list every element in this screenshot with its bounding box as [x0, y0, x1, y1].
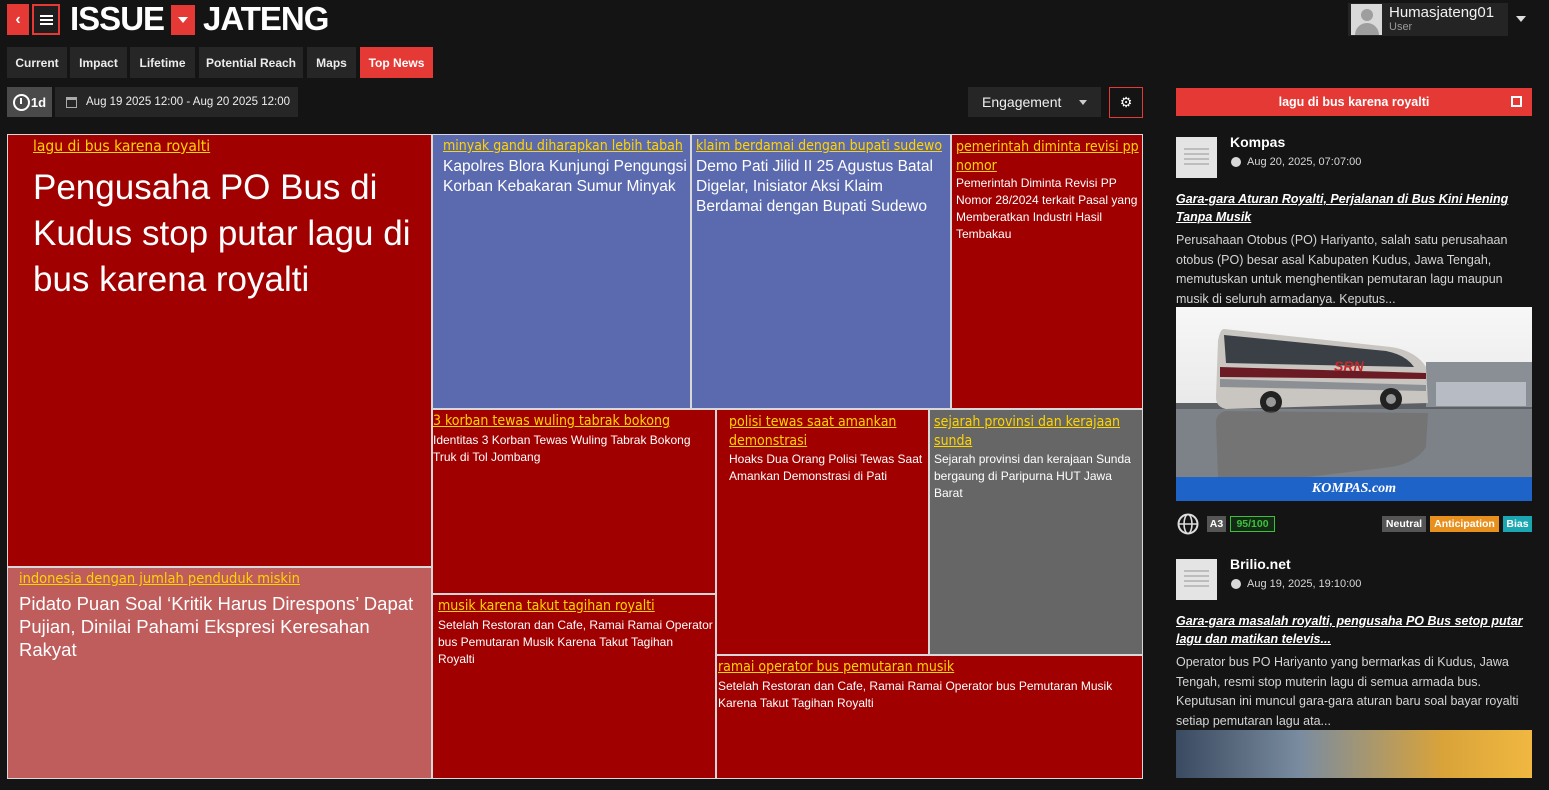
bias-badge: Bias — [1503, 516, 1532, 532]
bus-livery-text: SRN — [1334, 358, 1364, 374]
menu-button[interactable] — [32, 4, 60, 35]
caret-down-icon — [178, 17, 188, 23]
logo-jateng: JATENG — [203, 0, 329, 37]
tab-impact[interactable]: Impact — [70, 47, 127, 78]
user-name: Humasjateng01 — [1389, 4, 1495, 21]
tile-title: Kapolres Blora Kunjungi Pengungsi Korban… — [443, 158, 687, 195]
tile-title: Pengusaha PO Bus di Kudus stop putar lag… — [33, 168, 411, 299]
tile-topic-link[interactable]: ramai operator bus pemutaran musik — [718, 659, 954, 675]
treemap-tile[interactable]: ramai operator bus pemutaran musik Setel… — [716, 655, 1143, 779]
back-button[interactable]: ‹ — [7, 4, 29, 35]
source-thumbnail — [1176, 559, 1217, 600]
score-badge: 95/100 — [1230, 516, 1275, 532]
topic-panel-header[interactable]: lagu di bus karena royalti — [1176, 88, 1532, 116]
user-role: User — [1389, 21, 1413, 33]
settings-button[interactable]: ⚙ — [1109, 87, 1143, 118]
logo-issue: ISSUE — [70, 0, 165, 37]
treemap-tile[interactable]: klaim berdamai dengan bupati sudewo Demo… — [691, 134, 951, 409]
chevron-left-icon: ‹ — [15, 10, 21, 28]
date-range-label: Aug 19 2025 12:00 - Aug 20 2025 12:00 — [86, 96, 290, 108]
news-image[interactable] — [1176, 730, 1532, 778]
news-date: Aug 20, 2025, 07:07:00 — [1231, 156, 1361, 168]
treemap-tile[interactable]: polisi tewas saat amankan demonstrasi Ho… — [716, 409, 929, 655]
treemap: lagu di bus karena royalti Pengusaha PO … — [7, 134, 1143, 779]
treemap-tile[interactable]: pemerintah diminta revisi pp nomor Pemer… — [951, 134, 1143, 409]
metric-select-label: Engagement — [982, 94, 1062, 110]
top-bar: ‹ ISSUE JATENG Humasjateng01 User — [0, 0, 1549, 40]
emotion-badge: Anticipation — [1430, 516, 1499, 532]
tile-title: Setelah Restoran dan Cafe, Ramai Ramai O… — [718, 679, 1113, 710]
tab-top-news[interactable]: Top News — [360, 47, 433, 78]
news-headline-link[interactable]: Gara-gara masalah royalti, pengusaha PO … — [1176, 612, 1532, 648]
tile-topic-link[interactable]: polisi tewas saat amankan demonstrasi — [729, 413, 924, 451]
clock-icon — [12, 93, 30, 111]
source-thumbnail — [1176, 137, 1217, 178]
tab-potential-reach[interactable]: Potential Reach — [199, 47, 303, 78]
tile-title: Pidato Puan Soal ‘Kritik Harus Direspons… — [19, 593, 414, 660]
tile-topic-link[interactable]: lagu di bus karena royalti — [33, 137, 210, 155]
clock-icon — [1231, 157, 1241, 167]
treemap-tile[interactable]: 3 korban tewas wuling tabrak bokong Iden… — [432, 409, 716, 594]
expand-icon[interactable] — [1511, 96, 1522, 107]
treemap-tile[interactable]: sejarah provinsi dan kerajaan sunda Seja… — [929, 409, 1143, 655]
treemap-tile[interactable]: lagu di bus karena royalti Pengusaha PO … — [7, 134, 432, 567]
treemap-tile[interactable]: minyak gandu diharapkan lebih tabah Kapo… — [432, 134, 691, 409]
hamburger-icon — [39, 18, 53, 21]
sentiment-badge: Neutral — [1382, 516, 1426, 532]
user-dropdown-button[interactable] — [1510, 4, 1532, 34]
clock-icon — [1231, 579, 1241, 589]
logo-dropdown-button[interactable] — [171, 5, 195, 35]
news-source: Brilio.net — [1230, 556, 1291, 572]
tile-topic-link[interactable]: minyak gandu diharapkan lebih tabah — [443, 138, 683, 154]
period-button[interactable]: 1d — [7, 87, 52, 117]
tile-title: Pemerintah Diminta Revisi PP Nomor 28/20… — [956, 176, 1138, 241]
news-source: Kompas — [1230, 134, 1286, 150]
metric-select[interactable]: Engagement — [968, 87, 1101, 117]
watermark-text: KOMPAS.com — [1311, 481, 1396, 496]
gear-icon: ⚙ — [1119, 94, 1133, 110]
date-range-picker[interactable]: Aug 19 2025 12:00 - Aug 20 2025 12:00 — [55, 87, 298, 117]
calendar-icon — [66, 96, 77, 108]
period-label: 1d — [30, 94, 47, 110]
bus-photo: SRN KOMPAS.com — [1176, 307, 1532, 501]
treemap-tile[interactable]: musik karena takut tagihan royalti Setel… — [432, 594, 716, 779]
tab-lifetime[interactable]: Lifetime — [130, 47, 195, 78]
avatar — [1351, 4, 1382, 35]
news-headline-link[interactable]: Gara-gara Aturan Royalti, Perjalanan di … — [1176, 190, 1532, 226]
tile-topic-link[interactable]: sejarah provinsi dan kerajaan sunda — [934, 413, 1140, 451]
tile-topic-link[interactable]: klaim berdamai dengan bupati sudewo — [696, 138, 942, 154]
tile-topic-link[interactable]: indonesia dengan jumlah penduduk miskin — [19, 571, 300, 587]
globe-icon[interactable] — [1177, 513, 1199, 535]
news-date: Aug 19, 2025, 19:10:00 — [1231, 578, 1361, 590]
caret-down-icon — [1516, 16, 1526, 22]
rank-badge: A3 — [1207, 516, 1226, 532]
tab-maps[interactable]: Maps — [307, 47, 356, 78]
tile-title: Setelah Restoran dan Cafe, Ramai Ramai O… — [438, 618, 713, 666]
news-image[interactable]: SRN KOMPAS.com — [1176, 307, 1532, 501]
tile-title: Demo Pati Jilid II 25 Agustus Batal Dige… — [696, 158, 933, 215]
tile-topic-link[interactable]: 3 korban tewas wuling tabrak bokong — [433, 413, 670, 429]
treemap-tile[interactable]: indonesia dengan jumlah penduduk miskin … — [7, 567, 432, 779]
topic-panel-title: lagu di bus karena royalti — [1278, 95, 1430, 109]
tile-title: Hoaks Dua Orang Polisi Tewas Saat Amanka… — [729, 452, 923, 483]
tile-title: Identitas 3 Korban Tewas Wuling Tabrak B… — [433, 433, 691, 464]
news-summary: Operator bus PO Hariyanto yang bermarkas… — [1176, 655, 1519, 728]
tab-current[interactable]: Current — [7, 47, 67, 78]
caret-down-icon — [1079, 100, 1087, 105]
news-date-text: Aug 20, 2025, 07:07:00 — [1247, 156, 1362, 168]
tile-topic-link[interactable]: pemerintah diminta revisi pp nomor — [956, 138, 1140, 176]
news-date-text: Aug 19, 2025, 19:10:00 — [1247, 578, 1362, 590]
tile-title: Sejarah provinsi dan kerajaan Sunda berg… — [934, 452, 1131, 500]
tile-topic-link[interactable]: musik karena takut tagihan royalti — [438, 598, 655, 614]
news-summary: Perusahaan Otobus (PO) Hariyanto, salah … — [1176, 233, 1508, 306]
